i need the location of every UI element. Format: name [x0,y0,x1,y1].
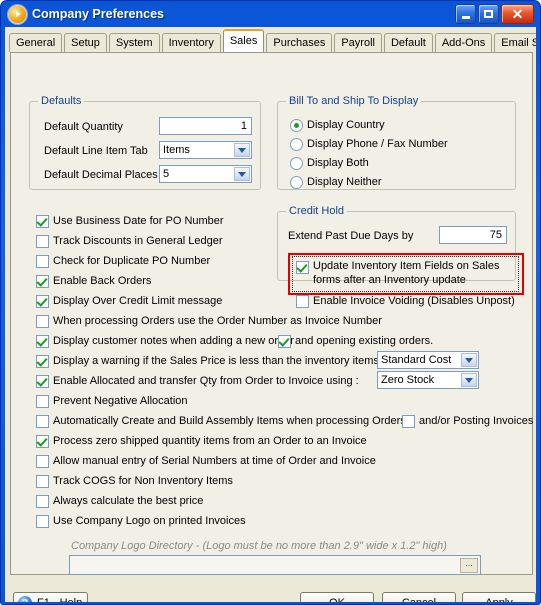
minimize-button[interactable] [455,4,476,24]
checkbox-display-sales-price-warning-label: Display a warning if the Sales Price is … [53,355,379,367]
default-decimal-places-select[interactable]: 5 [159,165,252,183]
tab-general[interactable]: General [9,33,63,52]
company-logo-directory-hint: Company Logo Directory - (Logo must be n… [71,540,447,552]
extend-past-due-input[interactable]: 75 [439,226,507,244]
bill-ship-legend: Bill To and Ship To Display [286,95,422,107]
checkbox-display-sales-price-warning[interactable] [36,355,49,368]
apply-button[interactable]: Apply [462,592,536,602]
radio-display-both[interactable] [290,157,303,170]
sales-price-basis-select[interactable]: Standard Cost [377,351,479,369]
checkbox-enable-allocated-transfer-qty-label: Enable Allocated and transfer Qty from O… [53,375,359,387]
help-button-label: F1 - Help [37,597,82,602]
default-quantity-label: Default Quantity [44,121,123,133]
checkbox-process-zero-shipped-qty-label: Process zero shipped quantity items from… [53,435,367,447]
checkbox-process-zero-shipped-qty[interactable] [36,435,49,448]
default-decimal-places-value: 5 [163,168,170,180]
default-line-item-tab-label: Default Line Item Tab [44,145,148,157]
client-area: General Setup System Inventory Sales Pur… [5,27,536,602]
checkbox-opening-existing-orders[interactable] [278,335,291,348]
chevron-down-icon[interactable] [234,167,250,181]
help-button[interactable]: ? F1 - Help [13,592,88,602]
help-icon: ? [18,596,32,602]
extend-past-due-label: Extend Past Due Days by [288,230,414,242]
tab-payroll[interactable]: Payroll [334,33,382,52]
checkbox-enable-allocated-transfer-qty[interactable] [36,375,49,388]
checkbox-always-calculate-best-price[interactable] [36,495,49,508]
tab-sales[interactable]: Sales [222,29,265,52]
checkbox-track-cogs-non-inventory[interactable] [36,475,49,488]
title-bar: Company Preferences ✕ [5,1,536,27]
allocation-method-value: Zero Stock [381,374,435,386]
checkbox-track-cogs-non-inventory-label: Track COGS for Non Inventory Items [53,475,233,487]
browse-button[interactable]: ... [460,558,478,573]
checkbox-display-over-credit-limit-label: Display Over Credit Limit message [53,295,223,307]
tab-strip: General Setup System Inventory Sales Pur… [9,29,536,52]
sales-price-basis-value: Standard Cost [381,354,452,366]
checkbox-update-inventory-item-fields[interactable] [296,261,309,274]
radio-display-both-label: Display Both [307,157,369,169]
checkbox-check-duplicate-po-label: Check for Duplicate PO Number [53,255,211,267]
default-line-item-tab-select[interactable]: Items [159,141,252,159]
checkbox-auto-create-build-assembly-label: Automatically Create and Build Assembly … [53,415,406,427]
checkbox-prevent-negative-allocation[interactable] [36,395,49,408]
radio-display-neither[interactable] [290,176,303,189]
checkbox-prevent-negative-allocation-label: Prevent Negative Allocation [53,395,188,407]
checkbox-always-calculate-best-price-label: Always calculate the best price [53,495,204,507]
window-title: Company Preferences [32,7,165,21]
tab-system[interactable]: System [108,33,160,52]
company-preferences-window: Company Preferences ✕ General Setup Syst… [0,0,541,605]
checkbox-track-discounts-gl[interactable] [36,235,49,248]
checkbox-update-inventory-item-fields-label: Update Inventory Item Fields on Sales fo… [313,260,500,286]
radio-display-phone-fax-label: Display Phone / Fax Number [307,138,448,150]
allocation-method-select[interactable]: Zero Stock [377,371,479,389]
checkbox-use-business-date-po[interactable] [36,215,49,228]
checkbox-order-number-as-invoice-number[interactable] [36,315,49,328]
checkbox-use-company-logo-label: Use Company Logo on printed Invoices [53,515,246,527]
cancel-button[interactable]: Cancel [382,592,456,602]
checkbox-posting-invoices-label: and/or Posting Invoices [419,415,534,427]
checkbox-manual-serial-numbers-label: Allow manual entry of Serial Numbers at … [53,455,376,467]
chevron-down-icon[interactable] [461,353,477,367]
checkbox-enable-invoice-voiding[interactable] [296,295,309,308]
radio-display-country[interactable] [290,119,303,132]
default-line-item-tab-value: Items [163,144,190,156]
checkbox-check-duplicate-po[interactable] [36,255,49,268]
tab-email-setup[interactable]: Email Setup [494,33,536,52]
radio-display-phone-fax[interactable] [290,138,303,151]
window-controls: ✕ [455,4,534,24]
radio-display-country-label: Display Country [307,119,385,131]
checkbox-opening-existing-orders-label: and opening existing orders. [295,335,434,347]
maximize-button[interactable] [478,4,499,24]
checkbox-posting-invoices[interactable] [402,415,415,428]
checkbox-use-business-date-po-label: Use Business Date for PO Number [53,215,224,227]
default-quantity-input[interactable]: 1 [159,117,252,135]
checkbox-use-company-logo[interactable] [36,515,49,528]
checkbox-enable-back-orders[interactable] [36,275,49,288]
default-decimal-places-label: Default Decimal Places [44,169,158,181]
radio-display-neither-label: Display Neither [307,176,382,188]
defaults-legend: Defaults [38,95,85,107]
checkbox-manual-serial-numbers[interactable] [36,455,49,468]
checkbox-display-over-credit-limit[interactable] [36,295,49,308]
checkbox-order-number-as-invoice-number-label: When processing Orders use the Order Num… [53,315,382,327]
tab-inventory[interactable]: Inventory [161,33,221,52]
checkbox-display-customer-notes[interactable] [36,335,49,348]
tab-add-ons[interactable]: Add-Ons [434,33,493,52]
close-button[interactable]: ✕ [501,4,534,24]
chevron-down-icon[interactable] [461,373,477,387]
credit-hold-legend: Credit Hold [286,205,348,217]
tab-purchases[interactable]: Purchases [266,33,333,52]
chevron-down-icon[interactable] [234,143,250,157]
checkbox-enable-back-orders-label: Enable Back Orders [53,275,152,287]
checkbox-display-customer-notes-label: Display customer notes when adding a new… [53,335,294,347]
company-logo-directory-input[interactable]: ... [69,555,481,575]
tab-setup[interactable]: Setup [64,33,107,52]
checkbox-track-discounts-gl-label: Track Discounts in General Ledger [53,235,223,247]
checkbox-enable-invoice-voiding-label: Enable Invoice Voiding (Disables Unpost) [313,295,515,307]
ok-button[interactable]: OK [300,592,374,602]
sales-settings-panel: Defaults Default Quantity 1 Default Line… [10,52,533,575]
app-orb-icon [8,4,27,24]
checkbox-auto-create-build-assembly[interactable] [36,415,49,428]
tab-default[interactable]: Default [383,33,433,52]
